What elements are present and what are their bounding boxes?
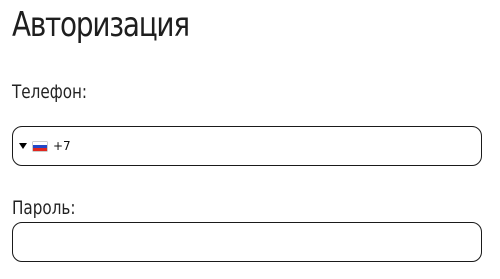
country-code-dropdown[interactable] <box>19 127 47 165</box>
phone-label: Телефон: <box>12 81 88 103</box>
password-field[interactable] <box>12 222 482 262</box>
dial-code: +7 <box>53 139 71 153</box>
phone-input[interactable] <box>75 127 470 165</box>
caret-down-icon[interactable] <box>19 143 27 149</box>
password-input[interactable] <box>25 223 470 261</box>
russia-flag-icon <box>33 141 47 151</box>
password-label: Пароль: <box>12 197 76 219</box>
page-title: Авторизация <box>12 5 190 45</box>
phone-field[interactable]: +7 <box>12 126 482 166</box>
